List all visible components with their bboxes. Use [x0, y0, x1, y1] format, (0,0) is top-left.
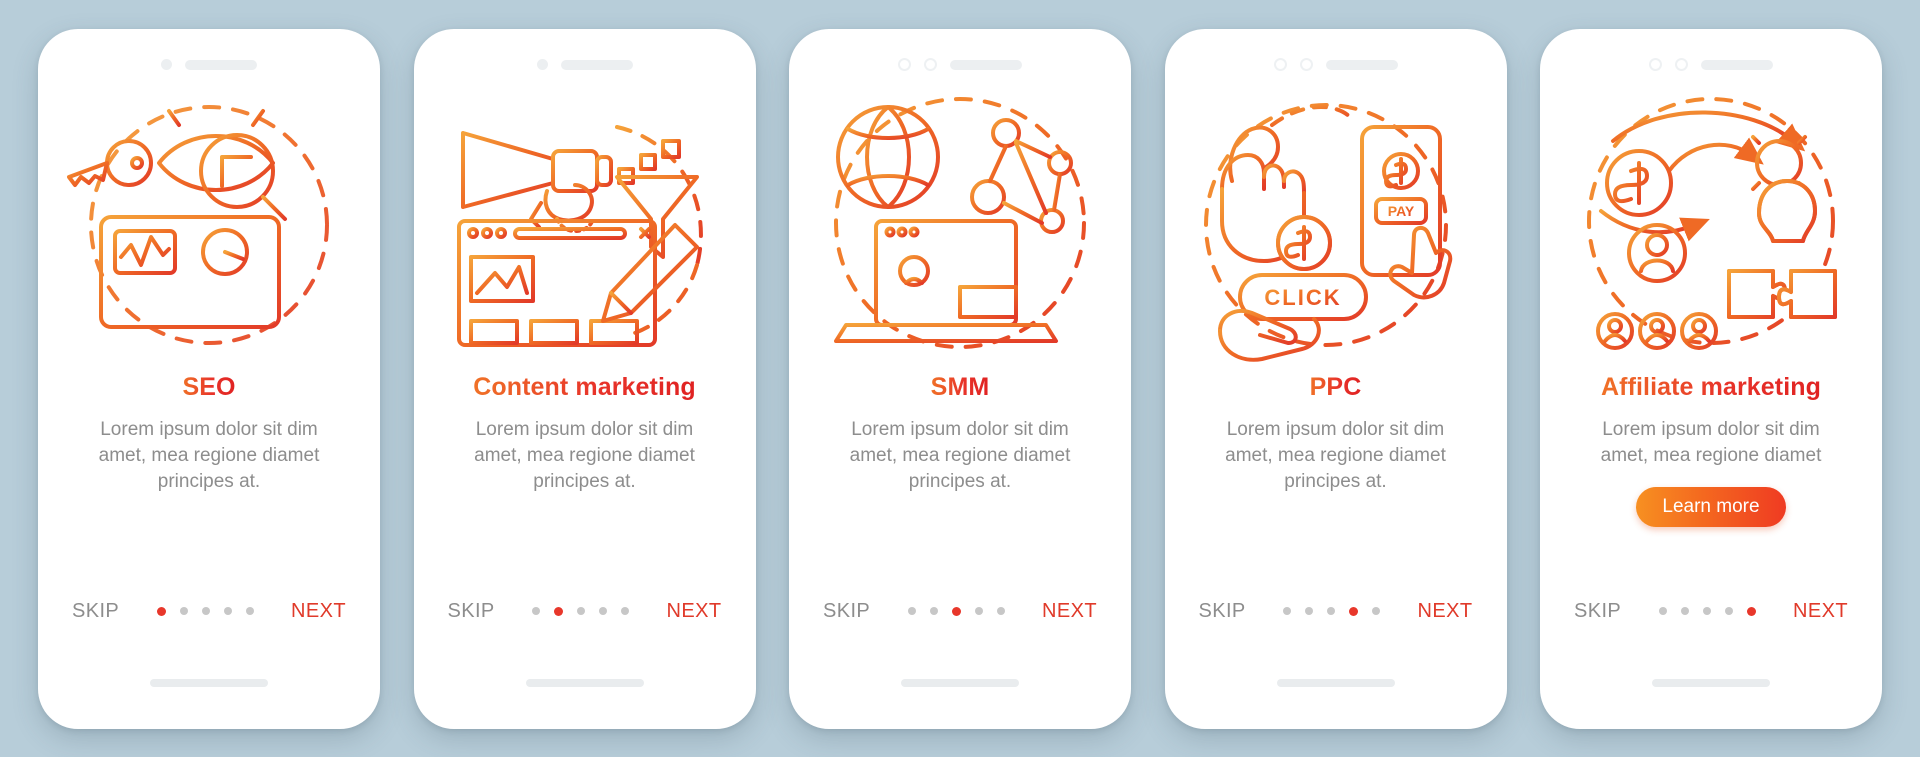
pagination-dot[interactable]	[1746, 606, 1756, 616]
svg-text:CLICK: CLICK	[1264, 285, 1341, 310]
screen-description: Lorem ipsum dolor sit dim amet, mea regi…	[98, 418, 320, 492]
onboarding-nav: SKIP NEXT	[1540, 600, 1882, 623]
pagination-dot[interactable]	[179, 607, 188, 615]
learn-more-button[interactable]: Learn more	[1636, 486, 1786, 527]
speaker-icon	[950, 59, 1022, 70]
phone-screen-ppc: PAY CLICK PPC Lorem ipsum dolor sit dim …	[1164, 28, 1507, 729]
pagination-dot[interactable]	[951, 606, 961, 616]
camera-icon	[161, 59, 172, 70]
screen-title: PPC	[1309, 372, 1362, 401]
sensor-icon	[1299, 58, 1313, 71]
pagination-dots	[532, 606, 630, 616]
pagination-dot[interactable]	[156, 606, 166, 616]
screen-title: Content marketing	[473, 372, 696, 401]
pagination-dot[interactable]	[1680, 607, 1689, 615]
pagination-dot[interactable]	[1702, 607, 1711, 615]
pagination-dot[interactable]	[1283, 607, 1292, 615]
pagination-dot[interactable]	[1327, 607, 1336, 615]
camera-icon	[1649, 58, 1662, 71]
camera-icon	[536, 59, 548, 70]
sensor-icon	[924, 58, 937, 71]
pagination-dot[interactable]	[1349, 606, 1359, 616]
phone-screen-smm: SMM Lorem ipsum dolor sit dim amet, mea …	[789, 28, 1131, 729]
sensor-icon	[1675, 58, 1688, 71]
content-marketing-illustration	[435, 85, 735, 367]
onboarding-nav: SKIP NEXT	[1165, 600, 1507, 623]
phone-notch	[1165, 29, 1507, 81]
pagination-dot[interactable]	[929, 607, 938, 615]
next-button[interactable]: NEXT	[291, 600, 346, 623]
screen-title: SMM	[930, 372, 990, 401]
phone-screen-content-marketing: Content marketing Lorem ipsum dolor sit …	[413, 28, 756, 729]
pagination-dot[interactable]	[599, 607, 608, 615]
next-button[interactable]: NEXT	[1042, 600, 1097, 623]
svg-text:PAY: PAY	[1387, 203, 1414, 219]
home-indicator	[901, 678, 1019, 687]
speaker-icon	[560, 59, 633, 70]
pagination-dots	[907, 606, 1005, 616]
onboarding-screens-canvas: SEO Lorem ipsum dolor sit dim amet, mea …	[0, 0, 1920, 757]
affiliate-marketing-illustration	[1561, 85, 1861, 367]
screen-title: SEO	[182, 372, 236, 401]
speaker-icon	[1325, 59, 1398, 70]
screen-description: Lorem ipsum dolor sit dim amet, mea regi…	[474, 418, 695, 492]
next-button[interactable]: NEXT	[1418, 600, 1473, 623]
pagination-dot[interactable]	[245, 607, 254, 615]
pagination-dot[interactable]	[201, 607, 210, 615]
cta-container: Learn more	[1636, 486, 1786, 528]
screen-description: Lorem ipsum dolor sit dim amet, mea regi…	[849, 418, 1071, 492]
seo-illustration	[59, 85, 359, 367]
skip-button[interactable]: SKIP	[1574, 600, 1621, 623]
next-button[interactable]: NEXT	[1793, 600, 1848, 623]
pagination-dots	[156, 606, 254, 616]
pagination-dot[interactable]	[907, 607, 916, 615]
pagination-dot[interactable]	[996, 607, 1005, 615]
pagination-dot[interactable]	[974, 607, 983, 615]
smm-illustration	[810, 85, 1110, 367]
skip-button[interactable]: SKIP	[823, 600, 870, 623]
pagination-dots	[1658, 606, 1756, 616]
pagination-dot[interactable]	[532, 607, 541, 615]
camera-icon	[898, 58, 911, 71]
pagination-dot[interactable]	[223, 607, 232, 615]
home-indicator	[1276, 678, 1395, 687]
pagination-dot[interactable]	[1724, 607, 1733, 615]
skip-button[interactable]: SKIP	[72, 600, 119, 623]
skip-button[interactable]: SKIP	[1199, 600, 1246, 623]
phone-screen-seo: SEO Lorem ipsum dolor sit dim amet, mea …	[38, 28, 380, 729]
phone-notch	[789, 29, 1131, 81]
screen-description: Lorem ipsum dolor sit dim amet, mea regi…	[1600, 418, 1822, 466]
phone-screen-affiliate-marketing: Affiliate marketing Lorem ipsum dolor si…	[1540, 28, 1882, 729]
screen-description: Lorem ipsum dolor sit dim amet, mea regi…	[1225, 418, 1446, 492]
pagination-dot[interactable]	[577, 607, 586, 615]
speaker-icon	[1701, 59, 1773, 70]
onboarding-nav: SKIP NEXT	[38, 600, 380, 623]
onboarding-nav: SKIP NEXT	[414, 600, 756, 623]
phone-notch	[1540, 29, 1882, 81]
speaker-icon	[185, 59, 257, 70]
pagination-dot[interactable]	[554, 606, 564, 616]
camera-icon	[1273, 58, 1287, 71]
home-indicator	[150, 678, 268, 687]
pagination-dot[interactable]	[1372, 607, 1381, 615]
onboarding-nav: SKIP NEXT	[789, 600, 1131, 623]
pagination-dot[interactable]	[621, 607, 630, 615]
home-indicator	[525, 678, 644, 687]
home-indicator	[1652, 678, 1770, 687]
phone-notch	[414, 29, 756, 81]
skip-button[interactable]: SKIP	[448, 600, 495, 623]
next-button[interactable]: NEXT	[667, 600, 722, 623]
pagination-dot[interactable]	[1658, 607, 1667, 615]
phone-notch	[38, 29, 380, 81]
ppc-illustration: PAY CLICK	[1186, 85, 1486, 367]
screen-title: Affiliate marketing	[1600, 372, 1821, 401]
pagination-dot[interactable]	[1305, 607, 1314, 615]
pagination-dots	[1283, 606, 1381, 616]
